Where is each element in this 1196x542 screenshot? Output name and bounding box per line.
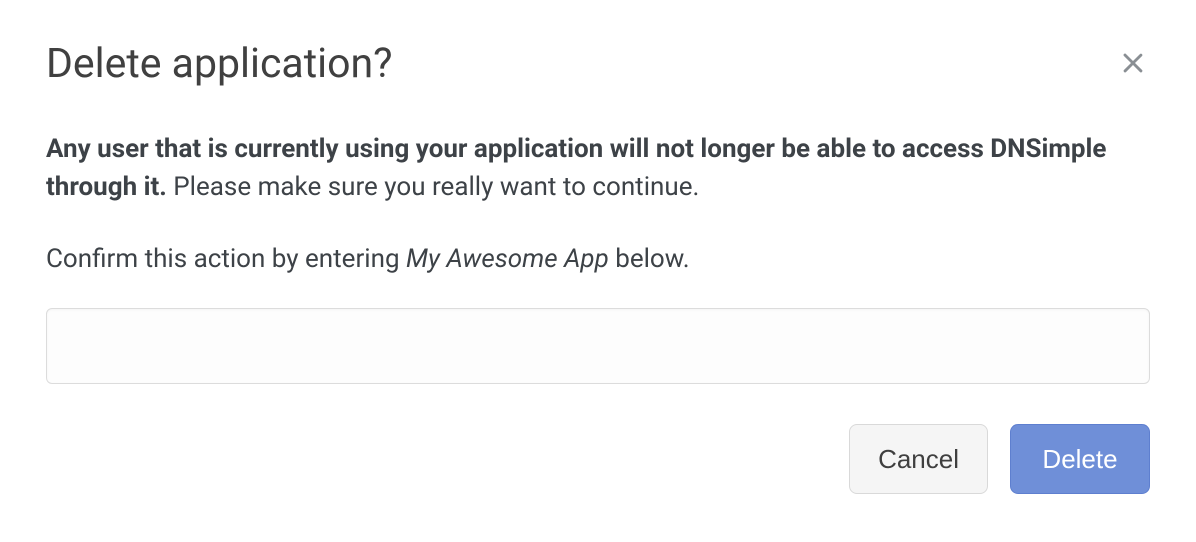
close-button[interactable] [1116, 46, 1150, 80]
delete-application-dialog: Delete application? Any user that is cur… [0, 0, 1196, 534]
confirm-input[interactable] [46, 308, 1150, 384]
cancel-button[interactable]: Cancel [849, 424, 988, 494]
confirm-instruction: Confirm this action by entering My Aweso… [46, 241, 1150, 279]
dialog-header: Delete application? [46, 40, 1150, 89]
dialog-footer: Cancel Delete [46, 424, 1150, 494]
dialog-title: Delete application? [46, 40, 393, 89]
warning-text-rest: Please make sure you really want to cont… [167, 172, 700, 202]
confirm-pre: Confirm this action by entering [46, 244, 406, 274]
confirm-post: below. [609, 244, 690, 274]
delete-button[interactable]: Delete [1010, 424, 1150, 494]
warning-text: Any user that is currently using your ap… [46, 131, 1150, 206]
confirm-app-name: My Awesome App [406, 244, 609, 274]
close-icon [1116, 46, 1150, 80]
